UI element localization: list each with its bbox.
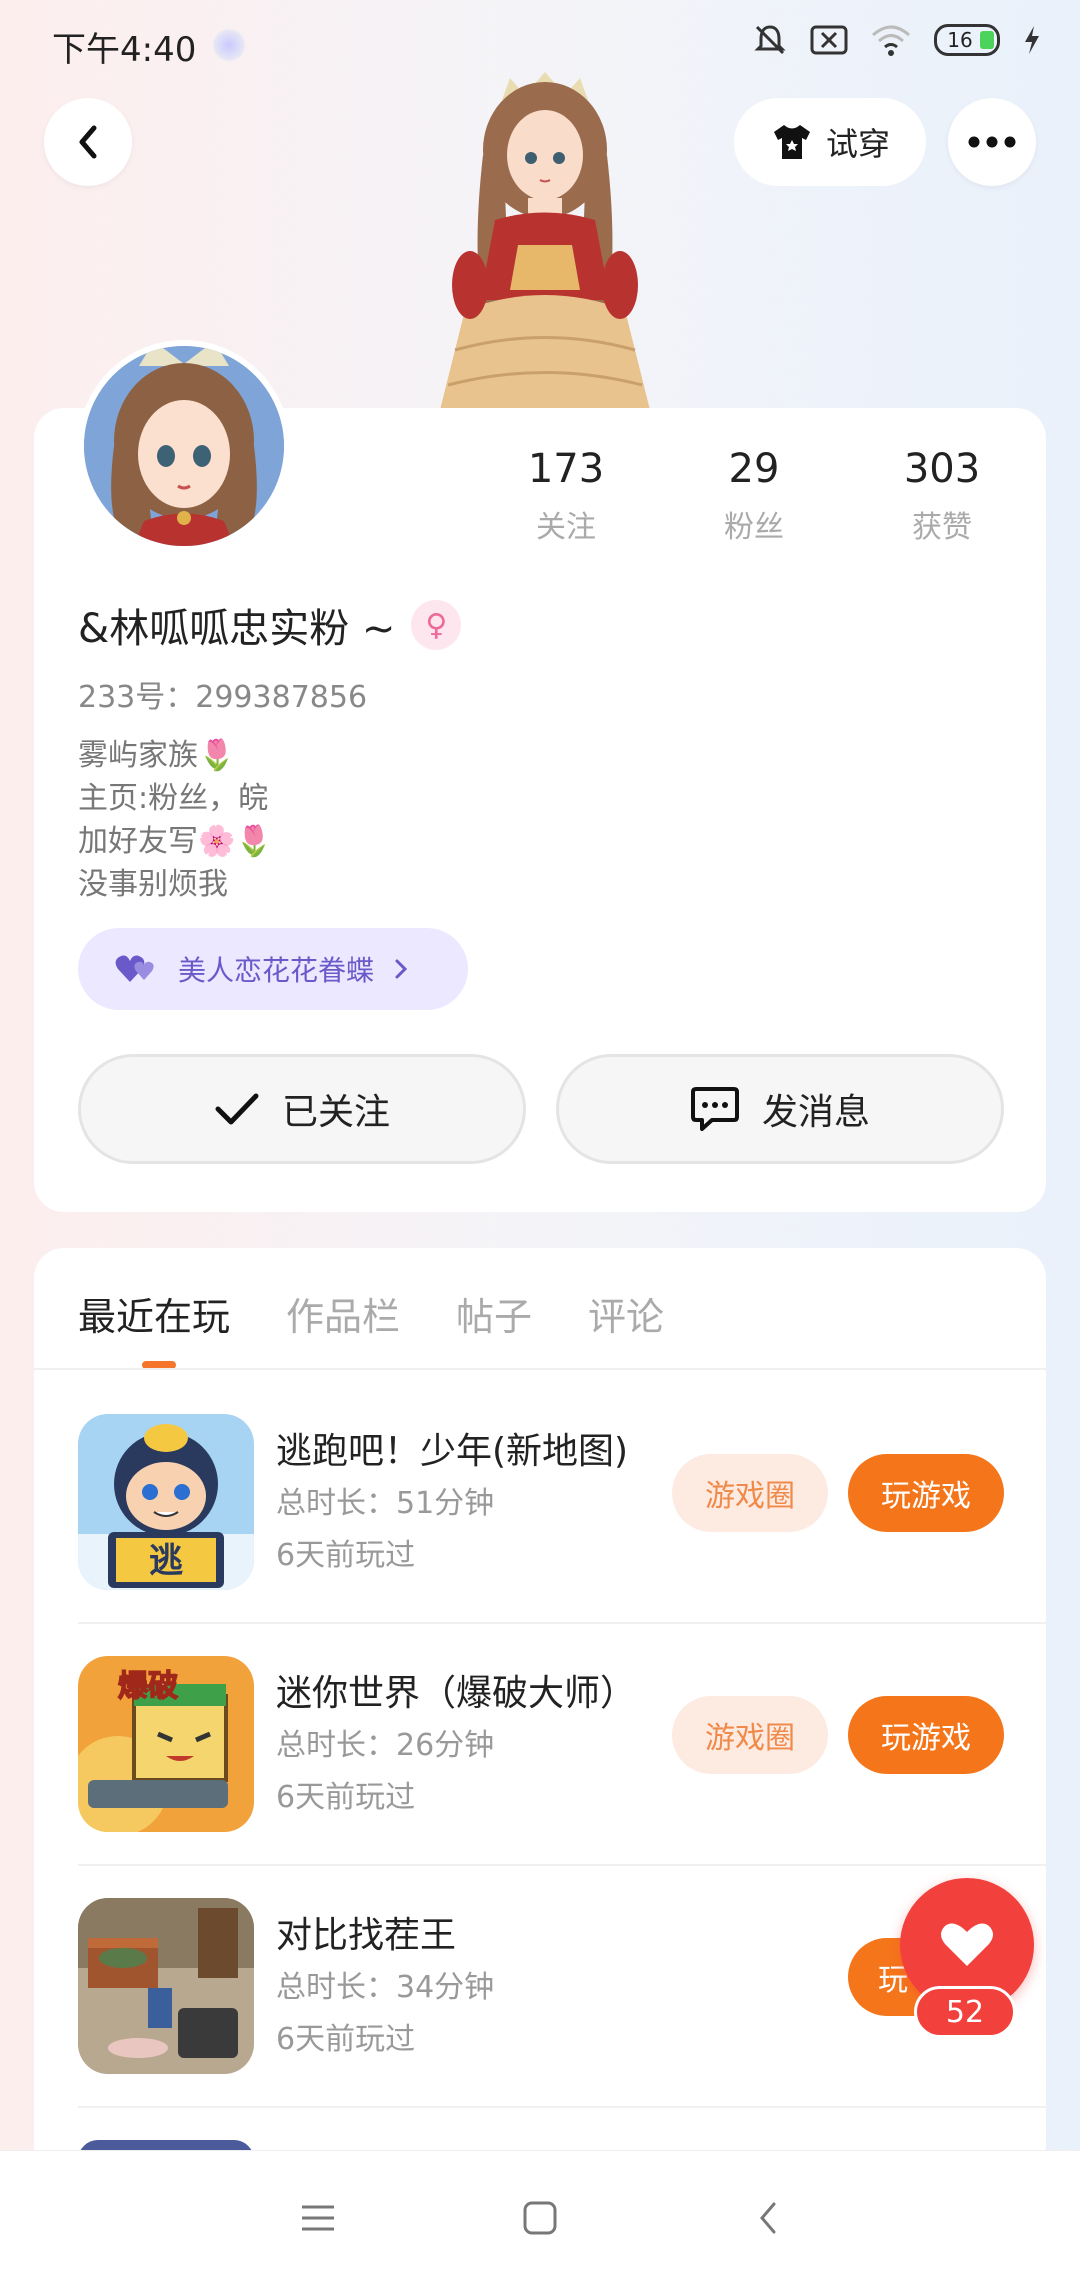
home-nav-button[interactable] bbox=[512, 2190, 568, 2246]
game-row[interactable]: 爆破 迷你世界（爆破大师） 总时长：26分钟 6天前玩过 游戏圈 玩游戏 bbox=[78, 1612, 1046, 1854]
tab-recent-play[interactable]: 最近在玩 bbox=[78, 1286, 230, 1341]
game-icon-escape: 逃 bbox=[78, 1414, 254, 1590]
game-title: 迷你世界（爆破大师） bbox=[276, 1673, 637, 1714]
battery-icon: 16 bbox=[934, 24, 1000, 56]
game-row[interactable]: 对比找茬王 总时长：34分钟 6天前玩过 玩 bbox=[78, 1854, 1046, 2096]
family-badge-button[interactable]: 美人恋花花眷蝶 bbox=[78, 928, 468, 1010]
chevron-right-icon bbox=[395, 959, 408, 979]
chat-bubble-icon bbox=[690, 1087, 739, 1131]
game-row[interactable]: 逃 逃跑吧！少年(新地图) 总时长：51分钟 6天前玩过 游戏圈 玩游戏 bbox=[78, 1370, 1046, 1612]
sim-x-icon bbox=[810, 25, 848, 55]
game-icon-spot-difference bbox=[78, 1898, 254, 2074]
avatar-image bbox=[84, 346, 284, 546]
avatar[interactable] bbox=[78, 340, 290, 552]
play-game-button[interactable]: 玩游戏 bbox=[848, 1696, 1004, 1774]
try-on-button[interactable]: 试穿 bbox=[734, 98, 926, 186]
bio: 雾屿家族🌷 主页:粉丝，皖 加好友写🌸🌷 没事别烦我 bbox=[78, 734, 273, 906]
bio-line: 没事别烦我 bbox=[78, 867, 228, 902]
female-gender-icon: ♀ bbox=[411, 600, 462, 650]
game-duration: 总时长：51分钟 bbox=[276, 1486, 495, 1521]
svg-text:逃: 逃 bbox=[149, 1541, 183, 1581]
fans-label: 粉丝 bbox=[724, 510, 784, 545]
wifi-icon bbox=[872, 25, 910, 56]
tab-comments[interactable]: 评论 bbox=[588, 1286, 664, 1341]
stat-fans[interactable]: 29 粉丝 bbox=[664, 446, 844, 546]
username: &林呱呱忠实粉 ~ bbox=[78, 606, 396, 652]
svg-text:爆破: 爆破 bbox=[118, 1669, 178, 1704]
more-button[interactable] bbox=[948, 98, 1036, 186]
game-circle-button[interactable]: 游戏圈 bbox=[672, 1696, 828, 1774]
heart-icon bbox=[941, 1923, 993, 1966]
game-title: 对比找茬王 bbox=[276, 1915, 457, 1956]
bio-line: 加好友写🌸🌷 bbox=[78, 824, 273, 859]
game-duration: 总时长：26分钟 bbox=[276, 1728, 495, 1763]
menu-icon bbox=[302, 2205, 334, 2231]
status-icons: 16 bbox=[752, 22, 1042, 58]
tab-works[interactable]: 作品栏 bbox=[286, 1286, 400, 1341]
square-home-icon bbox=[523, 2201, 557, 2235]
following-label: 关注 bbox=[536, 510, 596, 545]
back-button[interactable] bbox=[44, 98, 132, 186]
fans-count: 29 bbox=[728, 446, 780, 492]
user-id: 233号：299387856 bbox=[78, 680, 368, 715]
back-nav-button[interactable] bbox=[740, 2190, 796, 2246]
following-count: 173 bbox=[527, 446, 605, 492]
mute-bell-icon bbox=[754, 25, 786, 55]
stat-following[interactable]: 173 关注 bbox=[476, 446, 656, 546]
battery-level: 16 bbox=[947, 28, 973, 52]
game-last-played: 6天前玩过 bbox=[276, 1780, 416, 1815]
tshirt-icon bbox=[773, 125, 810, 159]
divider bbox=[78, 2106, 1046, 2108]
chevron-left-icon bbox=[79, 125, 97, 159]
like-count: 52 bbox=[914, 1986, 1016, 2038]
game-last-played: 6天前玩过 bbox=[276, 2022, 416, 2057]
followed-label: 已关注 bbox=[281, 1092, 390, 1133]
family-label: 美人恋花花眷蝶 bbox=[178, 954, 375, 987]
followed-button[interactable]: 已关注 bbox=[78, 1054, 526, 1164]
send-message-label: 发消息 bbox=[761, 1092, 870, 1133]
back-triangle-icon bbox=[760, 2202, 776, 2234]
bio-line: 雾屿家族🌷 bbox=[78, 738, 236, 773]
send-message-button[interactable]: 发消息 bbox=[556, 1054, 1004, 1164]
bio-line: 主页:粉丝，皖 bbox=[78, 781, 269, 816]
likes-label: 获赞 bbox=[912, 510, 972, 545]
character-avatar-illustration bbox=[440, 72, 650, 410]
tab-posts[interactable]: 帖子 bbox=[456, 1286, 532, 1341]
username-row: &林呱呱忠实粉 ~ ♀ bbox=[78, 596, 462, 654]
game-duration: 总时长：34分钟 bbox=[276, 1970, 495, 2005]
status-time: 下午4:40 bbox=[52, 30, 197, 70]
menu-nav-button[interactable] bbox=[290, 2190, 346, 2246]
tab-bar: 最近在玩 作品栏 帖子 评论 bbox=[78, 1286, 664, 1341]
game-icon-mini-world: 爆破 bbox=[78, 1656, 254, 1832]
game-title: 逃跑吧！少年(新地图) bbox=[276, 1431, 629, 1472]
stat-likes[interactable]: 303 获赞 bbox=[852, 446, 1032, 546]
likes-count: 303 bbox=[903, 446, 981, 492]
purple-hearts-icon bbox=[115, 955, 154, 982]
play-game-button[interactable]: 玩游戏 bbox=[848, 1454, 1004, 1532]
check-icon bbox=[215, 1093, 259, 1125]
more-dots-icon bbox=[968, 136, 1016, 148]
game-circle-button[interactable]: 游戏圈 bbox=[672, 1454, 828, 1532]
notification-dot-icon bbox=[212, 28, 246, 62]
game-last-played: 6天前玩过 bbox=[276, 1538, 416, 1573]
try-on-label: 试穿 bbox=[825, 125, 890, 163]
charging-icon bbox=[1025, 26, 1039, 54]
